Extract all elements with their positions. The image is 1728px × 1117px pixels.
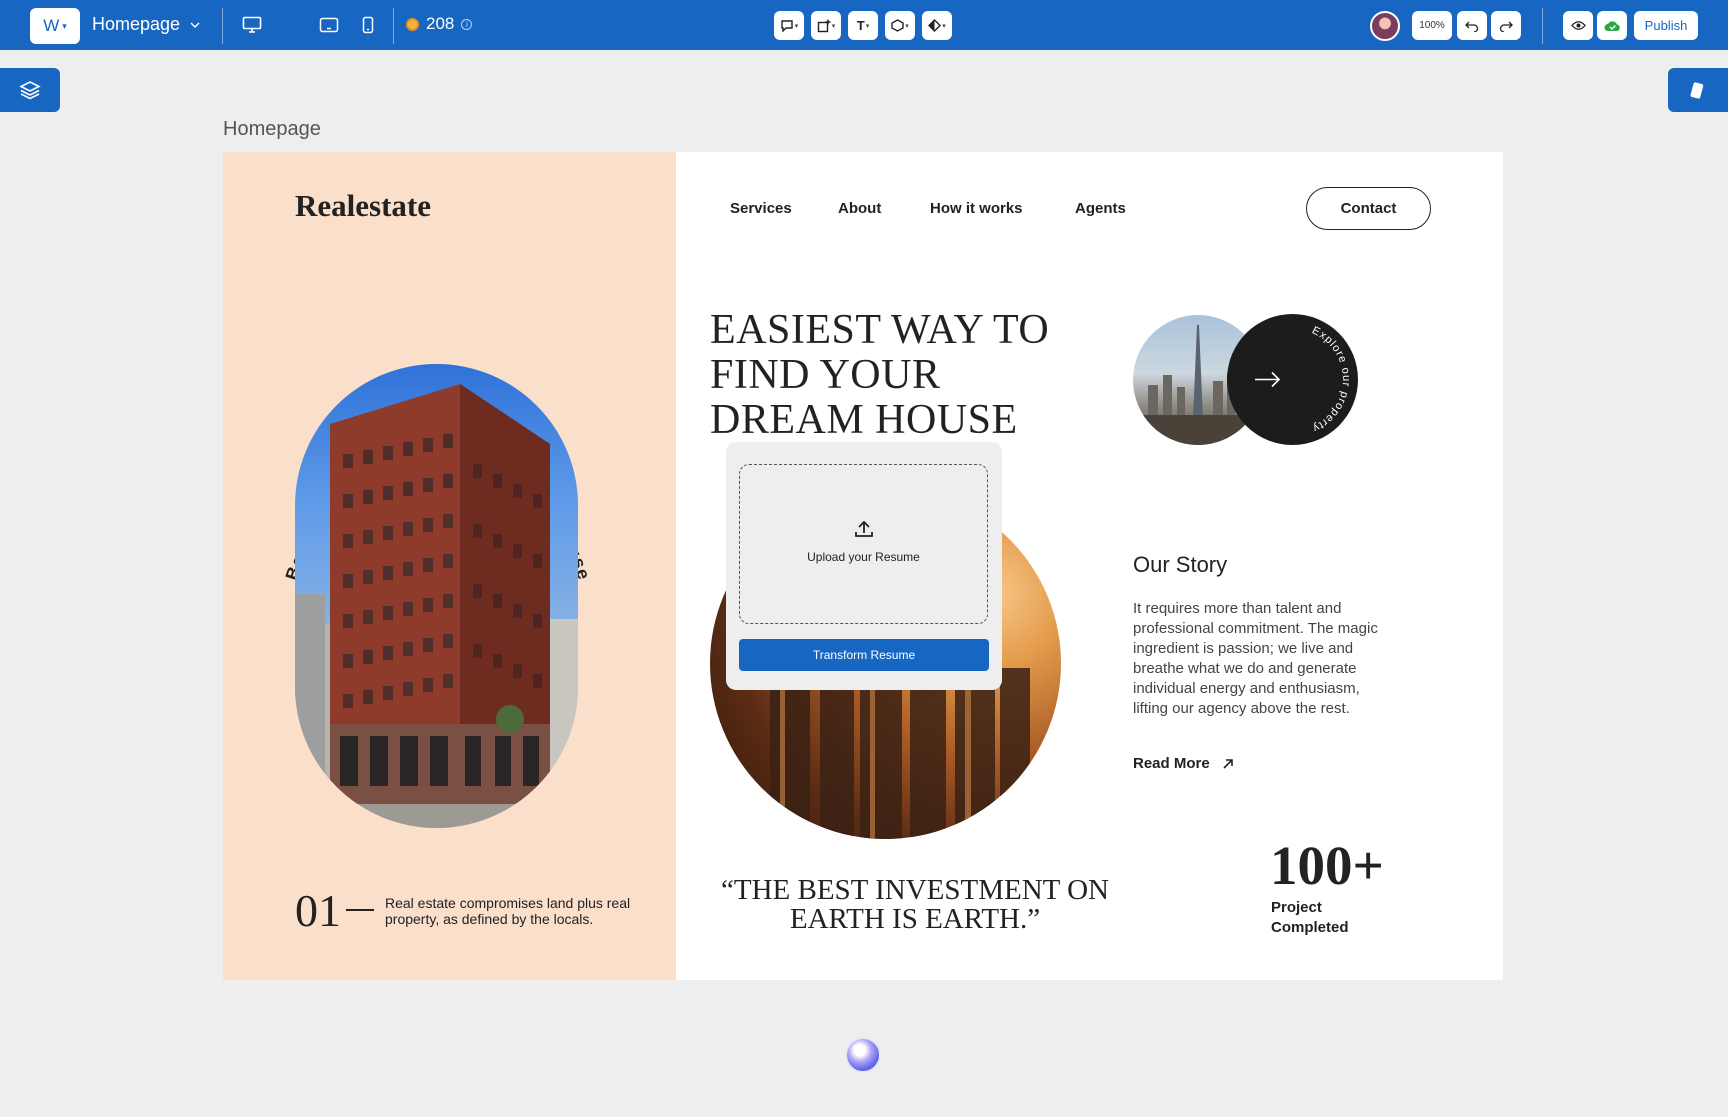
resume-dropzone[interactable]: Upload your Resume	[739, 464, 988, 624]
text-tool[interactable]: T ▾	[848, 11, 878, 40]
redo-button[interactable]	[1491, 11, 1521, 40]
ai-chat-tool[interactable]: ▾	[774, 11, 804, 40]
chevron-down-icon	[190, 22, 200, 28]
user-avatar[interactable]	[1370, 11, 1400, 41]
tablet-icon	[319, 17, 339, 33]
nav-how-it-works[interactable]: How it works	[930, 200, 1023, 217]
credits-indicator[interactable]: 208 i	[406, 14, 473, 34]
app-logo: W	[43, 16, 60, 35]
diamond-icon	[928, 19, 942, 32]
chevron-down-icon: ▾	[942, 22, 946, 30]
desktop-view-button[interactable]	[241, 14, 263, 36]
divider	[393, 8, 394, 44]
svg-text:Explore our property: Explore our property	[1310, 324, 1352, 434]
layers-panel-button[interactable]	[0, 68, 60, 112]
top-toolbar: W ▾ Homepage 208 i ▾ ▾ T ▾ ▾ ▾ 100% Publ…	[0, 0, 1728, 50]
upload-icon	[855, 520, 873, 537]
style-tool[interactable]: ▾	[922, 11, 952, 40]
eye-icon	[1570, 21, 1586, 30]
app-menu-button[interactable]: W ▾	[30, 8, 80, 44]
chevron-down-icon: ▾	[62, 20, 67, 31]
mobile-icon	[362, 16, 374, 34]
stat-number: 100+	[1270, 835, 1384, 896]
component-icon	[891, 19, 904, 32]
zoom-level[interactable]: 100%	[1412, 11, 1452, 40]
site-brand: Realestate	[295, 188, 431, 223]
credits-count: 208	[426, 14, 455, 33]
quote: “THE BEST INVESTMENT ON EARTH IS EARTH.”	[721, 874, 1109, 935]
undo-button[interactable]	[1457, 11, 1487, 40]
tablet-view-button[interactable]	[318, 14, 340, 36]
publish-button[interactable]: Publish	[1634, 11, 1698, 40]
nav-agents[interactable]: Agents	[1075, 200, 1126, 217]
cloud-sync-button[interactable]	[1597, 11, 1627, 40]
add-element-tool[interactable]: ▾	[811, 11, 841, 40]
redo-icon	[1499, 21, 1513, 32]
left-description: Real estate compromises land plus real p…	[385, 895, 631, 927]
desktop-icon	[242, 16, 262, 33]
swatch-icon	[1690, 82, 1704, 99]
cloud-check-icon	[1604, 20, 1620, 31]
chevron-down-icon: ▾	[865, 22, 870, 30]
divider	[222, 8, 223, 44]
contact-button[interactable]: Contact	[1306, 187, 1431, 230]
canvas-page-label: Homepage	[223, 118, 321, 140]
divider	[1542, 8, 1543, 44]
section-number: 01	[295, 885, 341, 936]
style-panel-button[interactable]	[1668, 68, 1728, 112]
transform-resume-button[interactable]: Transform Resume	[739, 639, 989, 671]
explore-text: Explore our property	[1310, 324, 1351, 434]
hero-left-panel: Realestate Best constructors for your dr…	[223, 152, 676, 980]
arrow-right-icon	[1255, 371, 1281, 388]
stat-label: Project Completed	[1271, 899, 1349, 936]
text-icon: T	[856, 18, 865, 33]
explore-badge: Explore our property	[1255, 324, 1352, 435]
read-more-label: Read More	[1133, 755, 1210, 772]
hero-title: EASIEST WAY TO FIND YOUR DREAM HOUSE	[710, 307, 1050, 443]
upload-label: Upload your Resume	[807, 550, 920, 564]
resume-upload-card: Upload your Resume Transform Resume	[726, 442, 1002, 690]
preview-button[interactable]	[1563, 11, 1593, 40]
page-selector[interactable]: Homepage	[92, 14, 200, 35]
number-dash	[346, 909, 374, 911]
nav-services[interactable]: Services	[730, 200, 792, 217]
chevron-down-icon: ▾	[794, 22, 799, 30]
chat-bubble-icon	[781, 20, 793, 32]
layers-icon	[19, 81, 41, 100]
coin-icon	[406, 17, 419, 31]
info-icon: i	[461, 18, 473, 30]
story-text: It requires more than talent and profess…	[1133, 600, 1378, 717]
read-more-link[interactable]: Read More	[1133, 755, 1234, 772]
nav-about[interactable]: About	[838, 200, 881, 217]
building-photo	[295, 364, 578, 828]
chevron-down-icon: ▾	[831, 22, 836, 30]
story-title: Our Story	[1133, 552, 1228, 577]
undo-icon	[1465, 21, 1479, 32]
explore-property-button[interactable]: Explore our property	[1227, 314, 1358, 445]
ai-assistant-orb[interactable]	[845, 1037, 881, 1073]
add-frame-icon	[817, 19, 831, 32]
chevron-down-icon: ▾	[905, 22, 909, 30]
mobile-view-button[interactable]	[357, 14, 379, 36]
components-tool[interactable]: ▾	[885, 11, 915, 40]
arrow-up-right-icon	[1223, 758, 1233, 769]
artboard[interactable]: Realestate Best constructors for your dr…	[223, 152, 1503, 980]
page-selector-label: Homepage	[92, 14, 181, 34]
